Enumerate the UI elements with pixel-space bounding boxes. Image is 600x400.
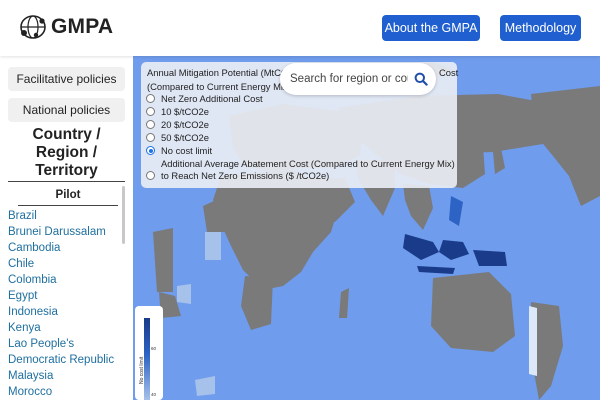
country-link-malaysia[interactable]: Malaysia: [8, 368, 123, 384]
option-label[interactable]: No cost limit: [161, 145, 212, 156]
country-link-egypt[interactable]: Egypt: [8, 288, 123, 304]
sidebar: Facilitative policies National policies …: [0, 56, 133, 400]
methodology-button[interactable]: Methodology: [500, 15, 581, 41]
country-link-cambodia[interactable]: Cambodia: [8, 240, 123, 256]
radio-abatement-cost[interactable]: [146, 171, 155, 180]
country-link-indonesia[interactable]: Indonesia: [8, 304, 123, 320]
panel-title-end: Cost: [439, 67, 459, 78]
land-philippines: [449, 196, 463, 226]
land-west-africa-2: [153, 228, 173, 292]
divider: [18, 205, 118, 206]
heading-line: Region /: [35, 144, 98, 161]
country-link-lao-cont[interactable]: Democratic Republic: [8, 352, 123, 368]
land-west-africa: [203, 196, 229, 232]
facilitative-policies-button[interactable]: Facilitative policies: [8, 67, 125, 91]
land-australia: [431, 272, 515, 352]
radio-20[interactable]: [146, 120, 155, 129]
country-link-lao[interactable]: Lao People's: [8, 336, 123, 352]
legend-label: No cost limit: [139, 356, 145, 384]
heading-line: Country /: [32, 126, 101, 143]
land-chile-highlight: [529, 306, 537, 376]
abatement-option-label[interactable]: Additional Average Abatement Cost (Compa…: [161, 158, 455, 169]
country-link-morocco[interactable]: Morocco: [8, 384, 123, 400]
land-morocco: [195, 376, 215, 396]
legend-tick: 40: [151, 392, 157, 397]
region-search-box[interactable]: [280, 63, 436, 95]
option-label[interactable]: Net Zero Additional Cost: [161, 93, 263, 104]
land-southern-africa: [241, 276, 273, 330]
legend-tick: 60: [151, 346, 157, 351]
panel-subtitle: (Compared to Current Energy Mix): [147, 81, 291, 92]
land-indonesia: [403, 234, 439, 260]
land-java: [417, 266, 455, 274]
panel-title: Annual Mitigation Potential (MtCO: [147, 67, 289, 78]
land-americas: [531, 86, 600, 206]
top-header: GMPA About the GMPA Methodology: [0, 0, 600, 56]
abatement-option-label-cont[interactable]: to Reach Net Zero Emissions ($ /tCO2e): [161, 170, 329, 181]
land-egypt: [205, 232, 221, 260]
radio-50[interactable]: [146, 133, 155, 142]
country-region-territory-heading: Country / Region / Territory: [8, 126, 125, 180]
pilot-section-label: Pilot: [55, 189, 81, 201]
land-new-guinea: [473, 250, 507, 266]
option-label[interactable]: 50 $/tCO2e: [161, 132, 209, 143]
national-policies-button[interactable]: National policies: [8, 98, 125, 122]
radio-10[interactable]: [146, 107, 155, 116]
land-kenya: [177, 284, 191, 304]
country-link-colombia[interactable]: Colombia: [8, 272, 123, 288]
search-input[interactable]: [290, 71, 408, 87]
country-link-brazil[interactable]: Brazil: [8, 208, 123, 224]
land-indonesia-east: [439, 240, 469, 260]
divider: [8, 181, 125, 182]
search-icon[interactable]: [414, 72, 428, 86]
option-label[interactable]: 20 $/tCO2e: [161, 119, 209, 130]
option-label[interactable]: 10 $/tCO2e: [161, 106, 209, 117]
about-gmpa-button[interactable]: About the GMPA: [382, 15, 480, 41]
globe-network-icon: [20, 15, 46, 39]
land-indochina: [403, 184, 433, 230]
logo-text: GMPA: [51, 15, 114, 38]
land-japan: [493, 148, 505, 174]
radio-no-cost-limit[interactable]: [146, 146, 155, 155]
country-link-chile[interactable]: Chile: [8, 256, 123, 272]
gmpa-logo[interactable]: GMPA: [18, 13, 113, 41]
map-legend: 60 40 No cost limit: [135, 306, 163, 400]
heading-line: Territory: [35, 162, 98, 179]
country-list: Brazil Brunei Darussalam Cambodia Chile …: [8, 208, 123, 400]
land-madagascar: [339, 288, 349, 318]
country-link-kenya[interactable]: Kenya: [8, 320, 123, 336]
radio-net-zero[interactable]: [146, 94, 155, 103]
country-link-brunei[interactable]: Brunei Darussalam: [8, 224, 123, 240]
